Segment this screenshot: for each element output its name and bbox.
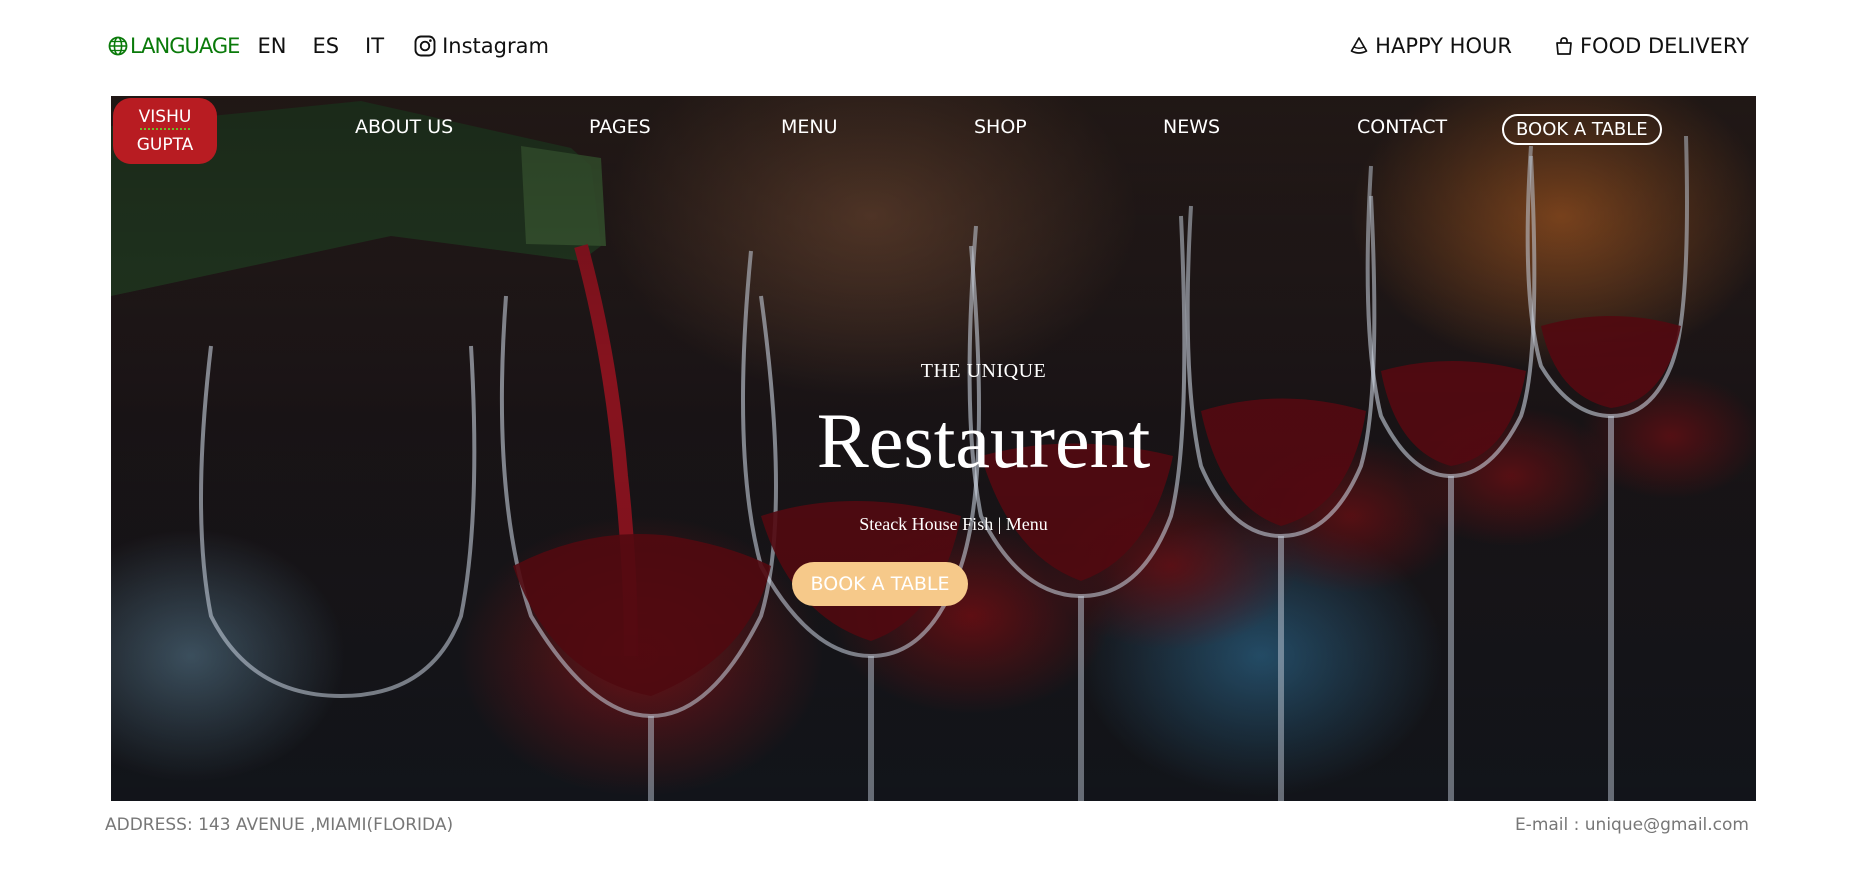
top-bar: LANGUAGE EN ES IT Instagram HAPPY HOUR F… xyxy=(0,0,1855,96)
nav-menu[interactable]: MENU xyxy=(781,116,838,138)
instagram-link[interactable]: Instagram xyxy=(414,34,549,58)
language-option-es[interactable]: ES xyxy=(312,34,339,58)
language-label[interactable]: LANGUAGE xyxy=(108,34,240,58)
food-delivery-link[interactable]: FOOD DELIVERY xyxy=(1554,34,1749,58)
language-label-text: LANGUAGE xyxy=(130,34,240,58)
hero-subtitle: THE UNIQUE xyxy=(920,360,1047,382)
hero-tagline: Steack House Fish | Menu xyxy=(859,514,1048,534)
address-text: ADDRESS: 143 AVENUE ,MIAMI(FLORIDA) xyxy=(105,815,454,835)
nav-news[interactable]: NEWS xyxy=(1163,116,1220,138)
email-text[interactable]: E-mail : unique@gmail.com xyxy=(1515,815,1749,835)
top-right-links: HAPPY HOUR FOOD DELIVERY xyxy=(1349,30,1749,62)
nav-shop[interactable]: SHOP xyxy=(974,116,1027,138)
happy-hour-label: HAPPY HOUR xyxy=(1375,34,1512,58)
cocktail-icon xyxy=(1350,37,1368,54)
language-option-en[interactable]: EN xyxy=(257,34,286,58)
globe-icon xyxy=(108,36,128,56)
main-navigation: ABOUT US PAGES MENU SHOP NEWS CONTACT BO… xyxy=(111,114,1756,152)
nav-book-a-table-button[interactable]: BOOK A TABLE xyxy=(1502,114,1662,145)
hero-title: Restaurent xyxy=(816,397,1151,484)
happy-hour-link[interactable]: HAPPY HOUR xyxy=(1349,34,1512,58)
instagram-label: Instagram xyxy=(442,34,549,58)
nav-about-us[interactable]: ABOUT US xyxy=(355,116,453,138)
hero-book-a-table-button[interactable]: BOOK A TABLE xyxy=(792,562,968,606)
nav-contact[interactable]: CONTACT xyxy=(1357,116,1447,138)
language-selector: LANGUAGE EN ES IT Instagram xyxy=(108,30,549,62)
nav-pages[interactable]: PAGES xyxy=(589,116,651,138)
instagram-icon xyxy=(414,35,436,57)
language-option-it[interactable]: IT xyxy=(365,34,384,58)
shopping-bag-icon xyxy=(1556,37,1572,55)
food-delivery-label: FOOD DELIVERY xyxy=(1579,34,1749,58)
hero-banner: VISHU GUPTA ABOUT US PAGES MENU SHOP NEW… xyxy=(111,96,1756,801)
